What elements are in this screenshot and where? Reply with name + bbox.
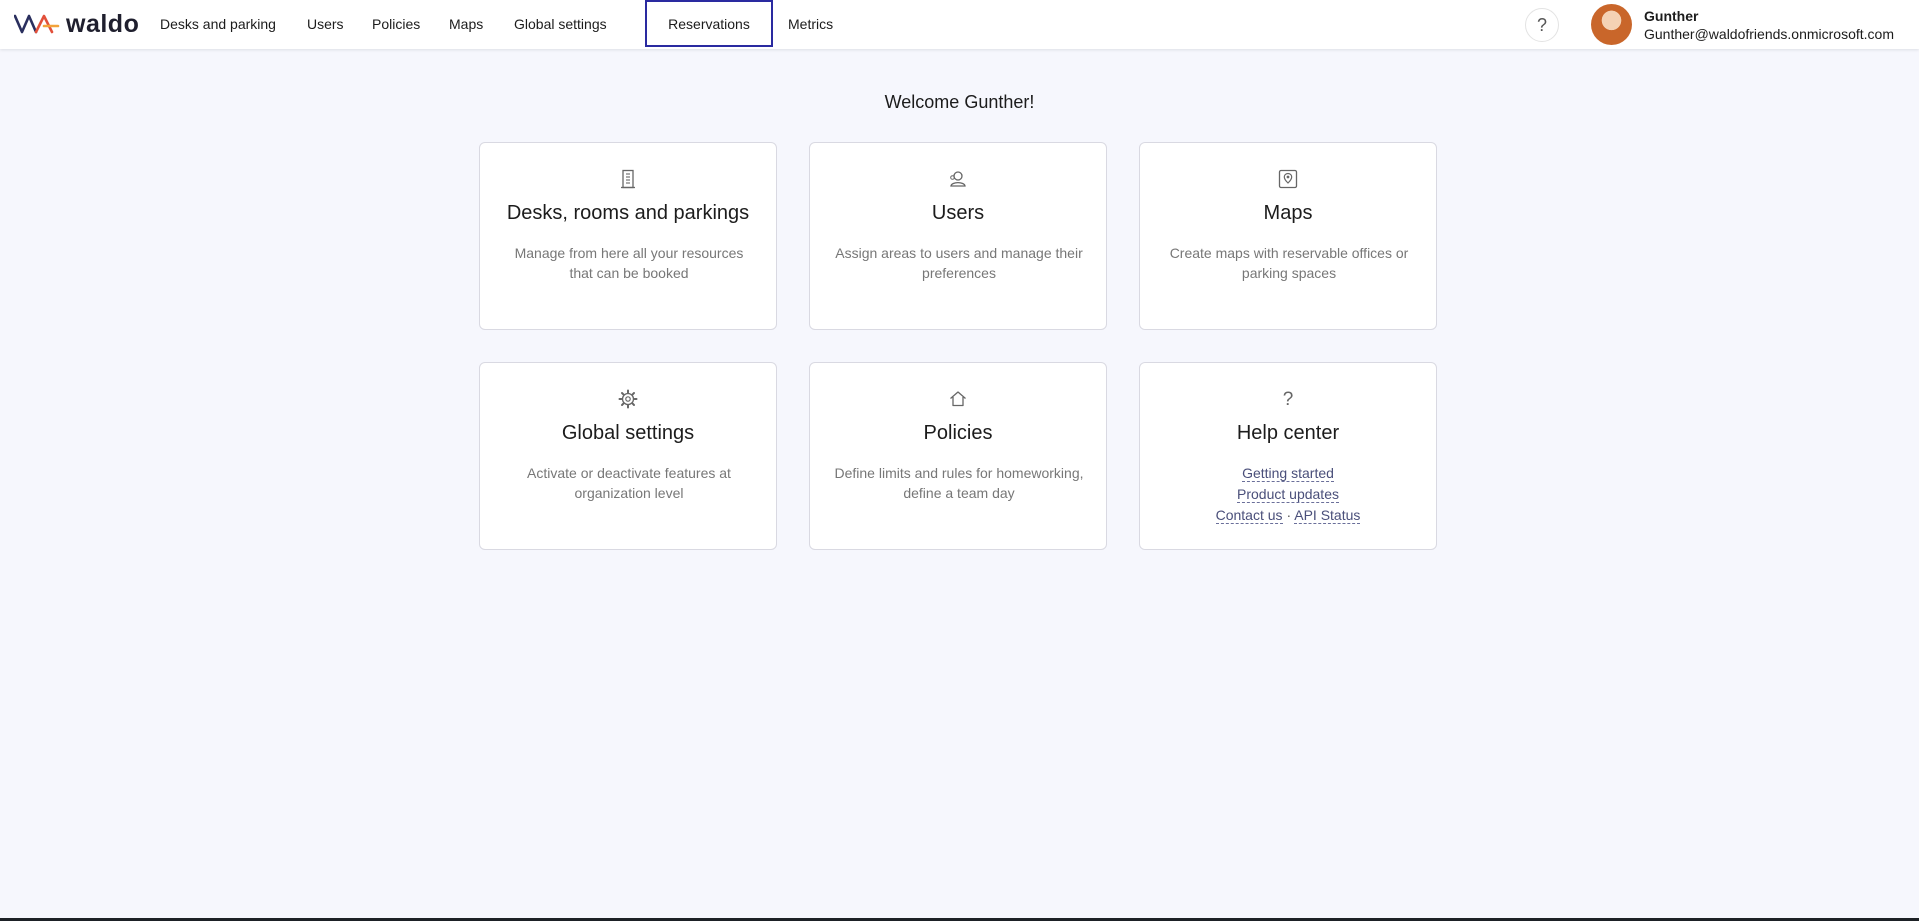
map-icon — [1278, 169, 1298, 189]
card-maps[interactable]: Maps Create maps with reservable offices… — [1139, 142, 1437, 330]
product-updates-link[interactable]: Product updates — [1237, 486, 1339, 503]
nav-maps[interactable]: Maps — [449, 0, 483, 49]
nav-desks-and-parking[interactable]: Desks and parking — [160, 0, 276, 49]
card-description: Manage from here all your resources that… — [514, 245, 744, 281]
nav-metrics[interactable]: Metrics — [788, 0, 833, 49]
brand-name: waldo — [66, 9, 140, 38]
gear-icon — [618, 389, 638, 409]
welcome-heading: Welcome Gunther! — [884, 92, 1035, 112]
building-icon — [621, 169, 635, 189]
api-status-link[interactable]: API Status — [1294, 507, 1361, 524]
card-description: Define limits and rules for homeworking,… — [834, 465, 1084, 501]
waldo-logo[interactable]: waldo — [14, 9, 139, 39]
user-email: Gunther@waldofriends.onmicrosoft.com — [1644, 26, 1894, 42]
user-name: Gunther — [1644, 8, 1699, 24]
card-global-settings[interactable]: Global settings Activate or deactivate f… — [479, 362, 777, 550]
card-title: Global settings — [561, 422, 695, 444]
help-links: Getting started Product updates Contact … — [1140, 463, 1436, 526]
home-icon — [950, 391, 966, 407]
card-desks-rooms-parkings[interactable]: Desks, rooms and parkings Manage from he… — [479, 142, 777, 330]
card-help-center: ? Help center Getting started Product up… — [1139, 362, 1437, 550]
question-icon: ? — [1282, 389, 1294, 410]
card-title: Maps — [1263, 202, 1313, 224]
card-title: Policies — [923, 422, 993, 444]
contact-us-link[interactable]: Contact us — [1215, 507, 1283, 524]
nav-policies[interactable]: Policies — [372, 0, 420, 49]
card-description: Activate or deactivate features at organ… — [527, 465, 731, 501]
user-icon — [950, 171, 966, 187]
question-icon: ? — [1536, 14, 1547, 35]
card-description: Assign areas to users and manage their p… — [835, 245, 1083, 281]
link-separator: · — [1286, 507, 1292, 523]
help-button[interactable]: ? — [1525, 8, 1559, 42]
nav-global-settings[interactable]: Global settings — [514, 0, 607, 49]
nav-reservations[interactable]: Reservations — [645, 0, 773, 47]
card-title: Desks, rooms and parkings — [506, 202, 750, 224]
card-title: Help center — [1236, 422, 1340, 444]
nav-users[interactable]: Users — [307, 0, 344, 49]
getting-started-link[interactable]: Getting started — [1242, 465, 1334, 482]
waldo-logo-icon — [14, 14, 60, 34]
card-title: Users — [931, 202, 985, 224]
top-navbar: waldo Desks and parking Users Policies M… — [0, 0, 1919, 49]
card-description: Create maps with reservable offices or p… — [1169, 245, 1409, 281]
card-policies[interactable]: Policies Define limits and rules for hom… — [809, 362, 1107, 550]
card-users[interactable]: Users Assign areas to users and manage t… — [809, 142, 1107, 330]
avatar[interactable] — [1591, 4, 1632, 45]
